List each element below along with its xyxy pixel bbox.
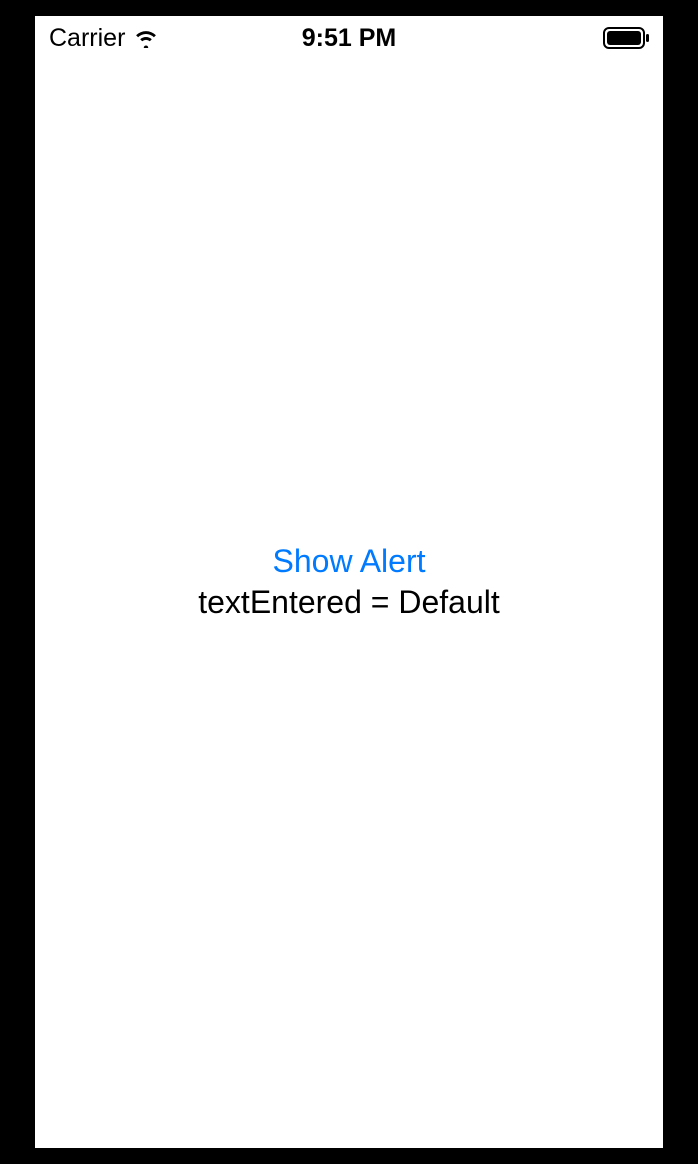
device-screen: Carrier 9:51 PM Show Alert textEnter [35,16,663,1148]
text-entered-label: textEntered = Default [198,584,500,621]
show-alert-button[interactable]: Show Alert [273,543,426,580]
main-content: Show Alert textEntered = Default [35,16,663,1148]
